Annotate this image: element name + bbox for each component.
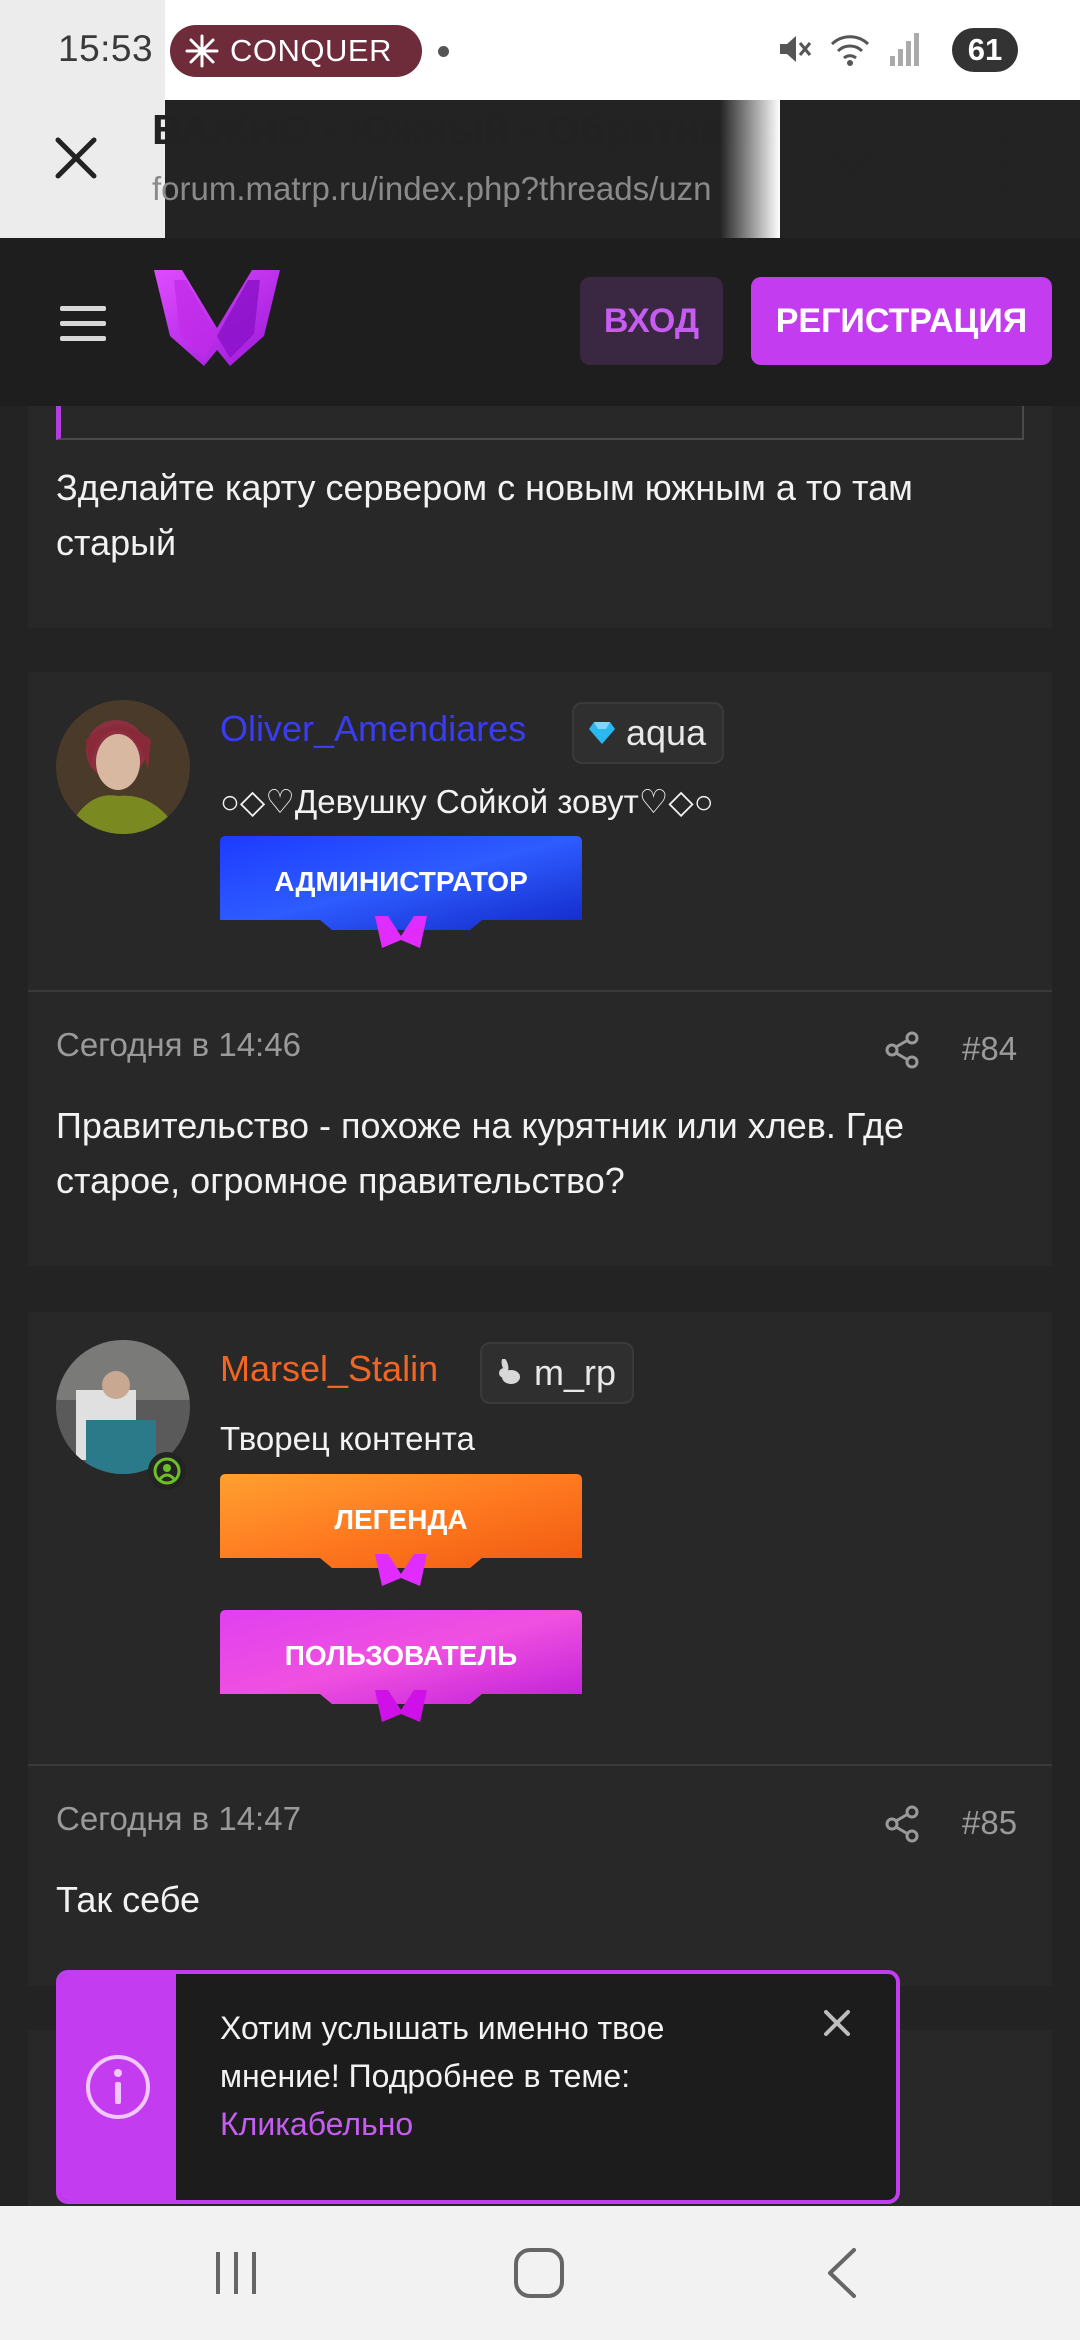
post-date[interactable]: Сегодня в 14:47: [56, 1800, 301, 1838]
login-button[interactable]: ВХОД: [580, 277, 723, 365]
notice-message: Хотим услышать именно твое мнение! Подро…: [220, 2004, 740, 2148]
post-divider: [28, 990, 1052, 992]
user-title: ○◇♡Девушку Сойкой зовут♡◇○: [220, 783, 714, 820]
system-nav-bar: [0, 2206, 1080, 2340]
server-badge: m_rp: [480, 1342, 635, 1404]
register-button[interactable]: РЕГИСТРАЦИЯ: [751, 277, 1052, 365]
rank-badge-legend: ЛЕГЕНДА: [220, 1474, 582, 1586]
status-bar: 15:53 CONQUER 61: [0, 0, 1080, 238]
rabbit-icon: [499, 1359, 520, 1384]
close-icon[interactable]: [48, 130, 104, 186]
post-text: Правительство - похоже на курятник или х…: [56, 1105, 904, 1201]
rank-badge-user: ПОЛЬЗОВАТЕЛЬ: [220, 1610, 582, 1722]
post-number[interactable]: #85: [962, 1804, 1017, 1842]
page-title: ВАЖНО - Южный - Обратная связь: [152, 106, 778, 153]
battery-indicator: 61: [952, 28, 1018, 72]
recent-apps-icon[interactable]: [212, 2250, 262, 2296]
post-author[interactable]: Oliver_Amendiares: [220, 708, 526, 750]
server-badge-label: aqua: [626, 712, 707, 753]
quote-block: [56, 406, 1024, 440]
title-fade: [720, 100, 780, 238]
home-icon[interactable]: [512, 2246, 566, 2300]
server-badge: aqua: [572, 702, 725, 764]
info-icon: [86, 2055, 150, 2119]
status-time: 15:53: [58, 28, 154, 69]
share-icon[interactable]: [882, 1804, 922, 1844]
rank-label: ЛЕГЕНДА: [334, 1504, 467, 1535]
sparkle-icon: [185, 34, 219, 68]
server-badge-label: m_rp: [534, 1352, 617, 1393]
wifi-icon: [830, 35, 870, 66]
share-icon[interactable]: [882, 1030, 922, 1070]
rank-label: АДМИНИСТРАТОР: [274, 866, 528, 897]
notification-dot: [438, 46, 449, 57]
chevron-down-icon[interactable]: [826, 138, 878, 190]
site-logo[interactable]: [152, 266, 282, 370]
post-text: Так себе: [56, 1879, 200, 1920]
post-divider: [28, 1764, 1052, 1766]
status-icons: [774, 30, 920, 68]
more-options-icon[interactable]: [988, 130, 1018, 196]
notification-pill-label: CONQUER: [230, 33, 392, 68]
menu-icon[interactable]: [60, 306, 106, 342]
online-status-icon: [148, 1452, 186, 1490]
browser-toolbar: ВАЖНО - Южный - Обратная связь forum.mat…: [0, 100, 1080, 238]
post-number[interactable]: #84: [962, 1030, 1017, 1068]
page-url[interactable]: forum.matrp.ru/index.php?threads/uzn: [152, 170, 778, 208]
post-date[interactable]: Сегодня в 14:46: [56, 1026, 301, 1064]
diamond-icon: [589, 722, 615, 744]
mute-icon: [780, 36, 812, 62]
notification-pill[interactable]: CONQUER: [170, 25, 422, 77]
user-title: Творец контента: [220, 1420, 475, 1457]
rank-badge-admin: АДМИНИСТРАТОР: [220, 836, 582, 948]
post-author[interactable]: Marsel_Stalin: [220, 1348, 438, 1390]
notice-strip: [60, 1974, 176, 2200]
back-icon[interactable]: [824, 2246, 860, 2300]
site-header: ВХОД РЕГИСТРАЦИЯ: [0, 238, 1080, 406]
notice-text: Хотим услышать именно твое мнение! Подро…: [220, 2010, 665, 2094]
signal-icon: [890, 33, 919, 66]
post-text: Зделайте карту сервером с новым южным а …: [56, 467, 913, 563]
notice-link[interactable]: Кликабельно: [220, 2106, 413, 2142]
avatar[interactable]: [56, 700, 190, 834]
rank-label: ПОЛЬЗОВАТЕЛЬ: [285, 1640, 517, 1671]
notice-banner: Хотим услышать именно твое мнение! Подро…: [56, 1970, 900, 2204]
close-icon[interactable]: [822, 2008, 852, 2038]
